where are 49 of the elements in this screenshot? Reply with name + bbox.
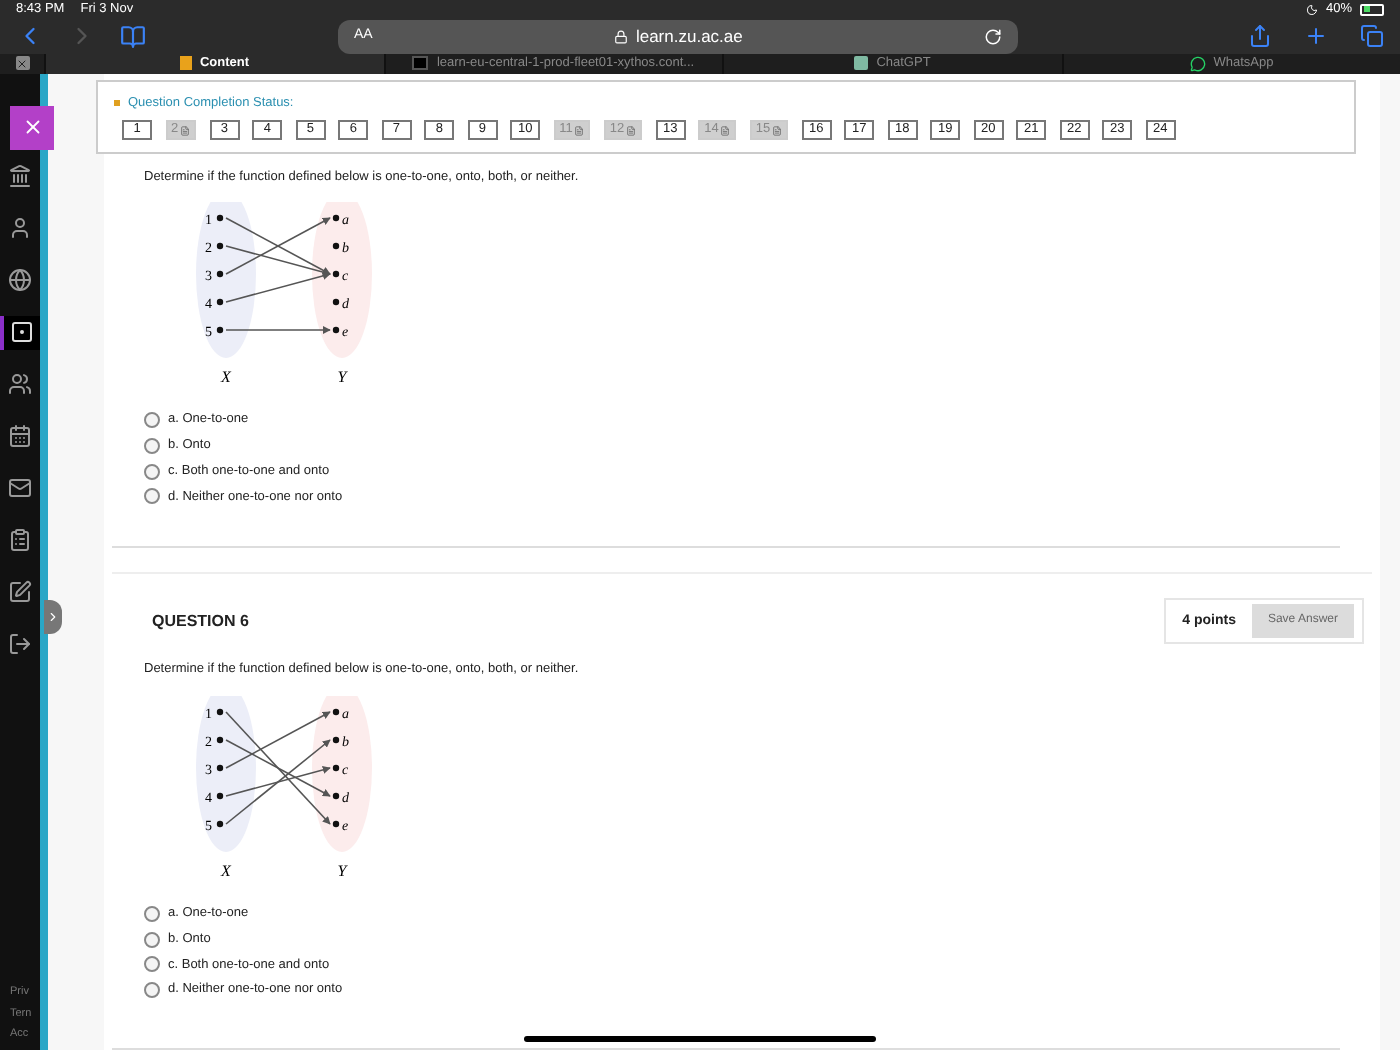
calendar-icon [8, 424, 32, 448]
mapping-arrows-drawing [225, 711, 331, 825]
site-icon [412, 56, 429, 71]
document-icon [720, 125, 731, 136]
site-icon [854, 56, 869, 71]
reload-icon[interactable] [984, 27, 1002, 46]
document-icon [180, 125, 191, 136]
share-icon[interactable] [1248, 24, 1272, 49]
chevron-right-icon [46, 609, 60, 623]
moon-icon [1305, 3, 1318, 16]
set-label: Y [337, 862, 347, 880]
sidebar-nav-item[interactable] [0, 315, 40, 349]
envelope-icon [8, 476, 32, 500]
bank-icon [8, 164, 32, 188]
close-tab-button[interactable] [15, 56, 29, 71]
globe-icon [8, 268, 32, 292]
site-icon [179, 56, 192, 71]
clipboard-icon [8, 528, 32, 552]
radio-button[interactable] [144, 982, 160, 999]
set-label: Y [337, 368, 347, 387]
radio-button[interactable] [144, 956, 160, 973]
battery-icon [1360, 3, 1384, 16]
lock-icon [613, 29, 628, 44]
pen-square-icon [8, 580, 32, 604]
logout-icon [8, 632, 32, 656]
mapping-arrows-drawing [225, 217, 331, 335]
new-tab-icon[interactable] [1304, 24, 1328, 49]
radio-button[interactable] [144, 463, 160, 480]
expand-sidebar-button[interactable] [44, 599, 62, 633]
people-icon [8, 372, 32, 396]
document-icon [626, 125, 637, 136]
set-label: X [221, 862, 231, 880]
bullet-icon [114, 99, 120, 106]
document-icon [574, 125, 585, 136]
radio-button[interactable] [144, 437, 160, 454]
bookmarks-icon[interactable] [120, 23, 146, 50]
person-icon [8, 216, 32, 240]
tabs-icon[interactable] [1360, 24, 1384, 49]
close-panel-button[interactable] [10, 105, 54, 149]
radio-button[interactable] [144, 905, 160, 922]
radio-button[interactable] [144, 412, 160, 429]
chat-bubble-icon [1189, 55, 1206, 72]
radio-button[interactable] [144, 931, 160, 948]
set-label: X [221, 368, 231, 387]
radio-button[interactable] [144, 488, 160, 505]
document-icon [772, 125, 783, 136]
close-icon [21, 116, 43, 138]
question-title: QUESTION 6 [152, 609, 249, 634]
url-text: learn.zu.ac.ae [635, 23, 743, 50]
